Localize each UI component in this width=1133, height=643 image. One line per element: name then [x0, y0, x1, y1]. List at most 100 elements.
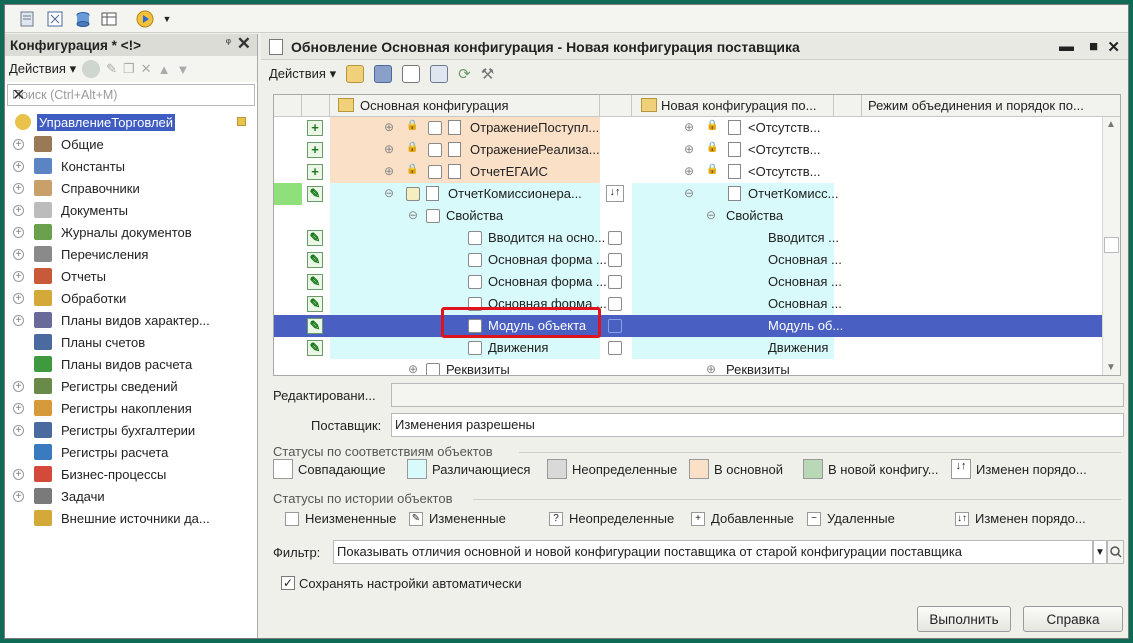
- include-checkbox[interactable]: [468, 341, 482, 355]
- tree-item[interactable]: + Журналы документов: [5, 221, 257, 243]
- tree-item[interactable]: + Задачи: [5, 485, 257, 507]
- scroll-thumb[interactable]: [1104, 237, 1119, 253]
- database-icon[interactable]: [73, 9, 93, 29]
- search-field[interactable]: Поиск (Ctrl+Alt+M) ✕: [7, 84, 255, 106]
- expand-icon[interactable]: ⊕: [684, 142, 694, 156]
- tree-item[interactable]: + Планы видов характер...: [5, 309, 257, 331]
- order-checkbox[interactable]: [608, 297, 622, 311]
- compare-icon[interactable]: [45, 9, 65, 29]
- window-actions-menu[interactable]: Действия ▾: [269, 66, 336, 82]
- tree-item[interactable]: Внешние источники да...: [5, 507, 257, 529]
- tree-item[interactable]: + Отчеты: [5, 265, 257, 287]
- expand-icon[interactable]: ⊕: [408, 362, 418, 375]
- copy-icon[interactable]: ❐: [123, 61, 135, 77]
- move-down-icon[interactable]: ▼: [176, 62, 189, 77]
- tree-item[interactable]: + Обработки: [5, 287, 257, 309]
- tree-item[interactable]: Планы видов расчета: [5, 353, 257, 375]
- expand-icon[interactable]: ⊖: [684, 186, 694, 200]
- include-checkbox[interactable]: [468, 231, 482, 245]
- include-checkbox[interactable]: [468, 275, 482, 289]
- include-checkbox[interactable]: [428, 165, 442, 179]
- help-button[interactable]: Справка: [1023, 606, 1123, 632]
- tree-item[interactable]: + Документы: [5, 199, 257, 221]
- execute-button[interactable]: Выполнить: [917, 606, 1011, 632]
- include-checkbox[interactable]: [426, 363, 440, 375]
- grid-row[interactable]: ✎ Основная форма ... Основная ...: [274, 293, 1104, 315]
- delete-icon[interactable]: ✕: [141, 61, 152, 77]
- expand-icon[interactable]: ⊕: [384, 164, 394, 178]
- tools-icon[interactable]: ⚒: [481, 65, 494, 83]
- expand-icon[interactable]: +: [13, 380, 24, 392]
- include-checkbox[interactable]: [406, 187, 420, 201]
- filter-search-icon[interactable]: [1107, 540, 1124, 564]
- order-checkbox[interactable]: [608, 341, 622, 355]
- grid-row[interactable]: + ⊕ 🔒 ОтчетЕГАИС ⊕ 🔒 <Отсутств...: [274, 161, 1104, 183]
- expand-icon[interactable]: +: [13, 182, 24, 194]
- expand-icon[interactable]: ⊖: [706, 208, 716, 222]
- expand-icon[interactable]: +: [13, 402, 24, 414]
- tree-settings-icon[interactable]: [402, 65, 421, 83]
- grid-row[interactable]: ✎ Модуль объекта Модуль об...: [274, 315, 1104, 337]
- editing-field[interactable]: [391, 383, 1124, 407]
- expand-icon[interactable]: ⊕: [384, 142, 394, 156]
- filter-field[interactable]: Показывать отличия основной и новой конф…: [333, 540, 1093, 564]
- tree-item[interactable]: Планы счетов: [5, 331, 257, 353]
- vendor-config-column-header[interactable]: Новая конфигурация по...: [661, 98, 816, 113]
- merge-mode-column-header[interactable]: Режим объединения и порядок по...: [868, 98, 1084, 113]
- grid-row[interactable]: ⊕ Реквизиты ⊕ Реквизиты: [274, 359, 1104, 375]
- report-icon[interactable]: [430, 65, 449, 83]
- table-icon[interactable]: [99, 9, 119, 29]
- include-checkbox[interactable]: [468, 253, 482, 267]
- supplier-field[interactable]: Изменения разрешены: [391, 413, 1124, 437]
- order-checkbox[interactable]: [608, 231, 622, 245]
- expand-icon[interactable]: +: [13, 490, 24, 502]
- grid-row[interactable]: ✎ Движения Движения: [274, 337, 1104, 359]
- actions-menu[interactable]: Действия ▾: [9, 61, 76, 77]
- maximize-icon[interactable]: ■: [1089, 38, 1098, 55]
- window-list-icon[interactable]: [17, 9, 37, 29]
- expand-icon[interactable]: +: [13, 468, 24, 480]
- expand-icon[interactable]: +: [13, 314, 24, 326]
- close-window-icon[interactable]: ✕: [1107, 38, 1120, 56]
- expand-icon[interactable]: +: [13, 160, 24, 172]
- save-icon[interactable]: [374, 65, 393, 83]
- tree-item[interactable]: + Регистры бухгалтерии: [5, 419, 257, 441]
- grid-row[interactable]: ⊖ Свойства ⊖ Свойства: [274, 205, 1104, 227]
- expand-icon[interactable]: +: [13, 226, 24, 238]
- include-checkbox[interactable]: [428, 121, 442, 135]
- expand-icon[interactable]: +: [13, 270, 24, 282]
- minimize-icon[interactable]: ▬: [1059, 38, 1074, 55]
- expand-icon[interactable]: ⊖: [384, 186, 394, 200]
- expand-icon[interactable]: +: [13, 292, 24, 304]
- refresh-icon[interactable]: ⟳: [458, 65, 471, 83]
- expand-icon[interactable]: ⊕: [384, 120, 394, 134]
- edit-icon[interactable]: ✎: [106, 61, 117, 77]
- expand-icon[interactable]: ⊕: [684, 120, 694, 134]
- add-icon[interactable]: [82, 60, 101, 78]
- vertical-scrollbar[interactable]: ▲ ▼: [1102, 117, 1120, 375]
- close-panel-icon[interactable]: ✕: [237, 34, 251, 54]
- main-config-column-header[interactable]: Основная конфигурация: [360, 98, 509, 113]
- order-checkbox[interactable]: [608, 275, 622, 289]
- include-checkbox[interactable]: [428, 143, 442, 157]
- tree-item[interactable]: + Перечисления: [5, 243, 257, 265]
- grid-row[interactable]: + ⊕ 🔒 ОтражениеПоступл... ⊕ 🔒 <Отсутств...: [274, 117, 1104, 139]
- expand-icon[interactable]: +: [13, 248, 24, 260]
- expand-icon[interactable]: +: [13, 424, 24, 436]
- grid-row[interactable]: + ⊕ 🔒 ОтражениеРеализа... ⊕ 🔒 <Отсутств...: [274, 139, 1104, 161]
- tree-item[interactable]: + Справочники: [5, 177, 257, 199]
- grid-row[interactable]: ✎ Вводится на осно... Вводится ...: [274, 227, 1104, 249]
- tree-item[interactable]: + Регистры накопления: [5, 397, 257, 419]
- expand-icon[interactable]: ⊕: [684, 164, 694, 178]
- tree-item[interactable]: Регистры расчета: [5, 441, 257, 463]
- run-icon[interactable]: [135, 9, 155, 29]
- expand-icon[interactable]: +: [13, 204, 24, 216]
- expand-icon[interactable]: +: [13, 138, 24, 150]
- pin-icon[interactable]: ᵠ: [226, 37, 231, 49]
- clear-search-icon[interactable]: ✕: [12, 85, 251, 105]
- grid-row[interactable]: ✎ Основная форма ... Основная ...: [274, 249, 1104, 271]
- dropdown-arrow-icon[interactable]: ▼: [157, 9, 177, 29]
- tree-item[interactable]: УправлениеТорговлей: [5, 111, 257, 133]
- save-settings-checkbox[interactable]: ✓: [281, 576, 295, 590]
- filter-dropdown-icon[interactable]: ▼: [1093, 540, 1107, 564]
